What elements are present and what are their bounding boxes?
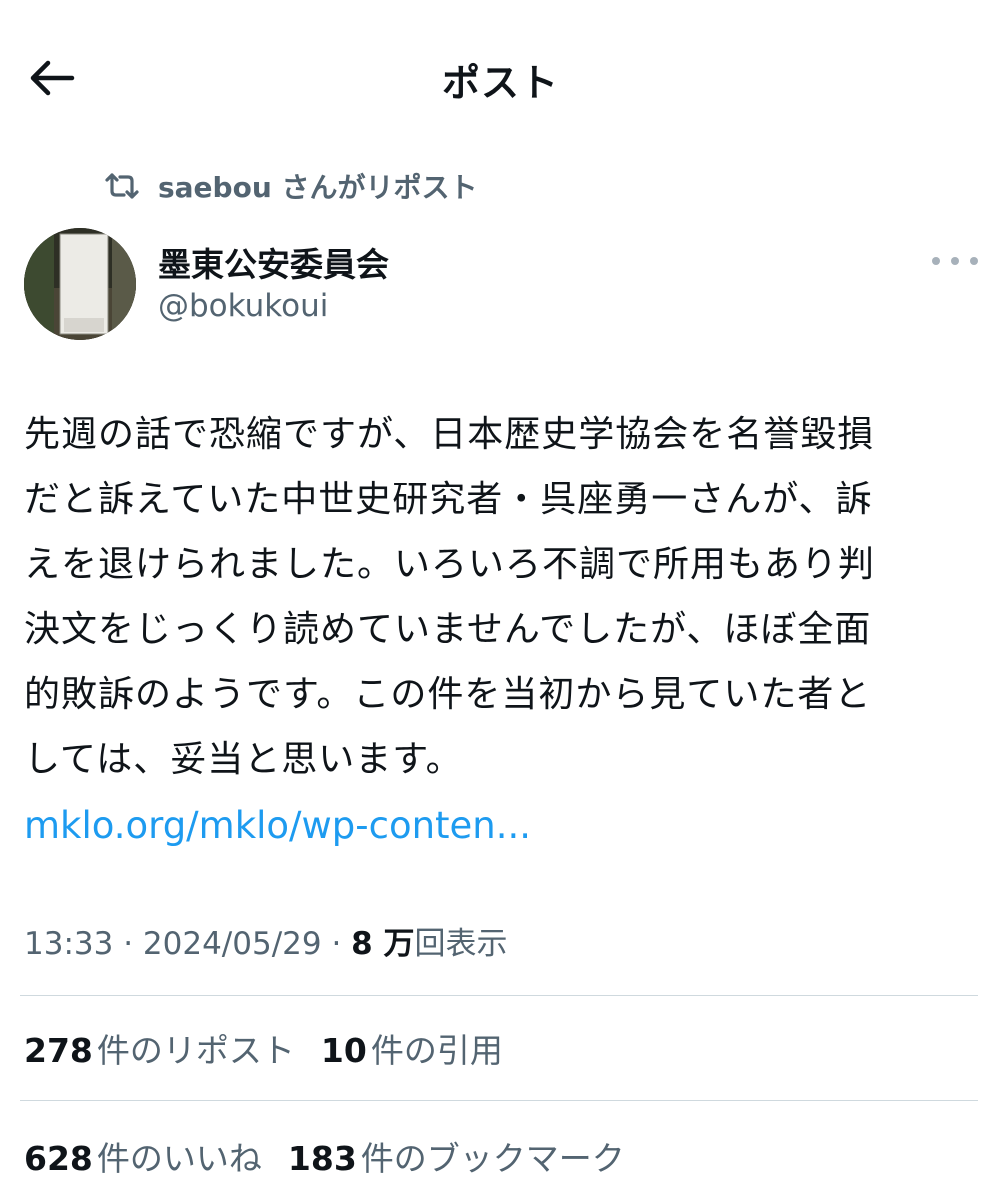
bookmarks-count: 183 xyxy=(287,1139,357,1178)
tweet-meta: 13:33 · 2024/05/29 · 8 万回表示 xyxy=(24,918,508,963)
repost-indicator[interactable]: saebou さんがリポスト xyxy=(104,166,478,206)
tweet-text-line: しては、妥当と思います。 xyxy=(24,739,463,780)
quotes-stat[interactable]: 10 件の引用 xyxy=(321,1024,503,1072)
divider xyxy=(20,995,978,996)
tweet-link[interactable]: mklo.org/mklo/wp-conten... xyxy=(24,793,531,858)
tweet-text-line: 決文をじっくり読めていませんでしたが、ほぼ全面 xyxy=(24,609,872,650)
repost-label: saebou さんがリポスト xyxy=(158,171,478,204)
tweet-text-line: だと訴えていた中世史研究者・呉座勇一さんが、訴 xyxy=(24,479,873,520)
tweet-time[interactable]: 13:33 xyxy=(24,926,113,962)
quotes-count: 10 xyxy=(320,1031,367,1070)
stats-row-likes: 628 件のいいね 183 件のブックマーク xyxy=(24,1132,651,1180)
likes-stat[interactable]: 628 件のいいね xyxy=(24,1132,262,1180)
meta-separator: · xyxy=(321,926,352,962)
quotes-label: 件の引用 xyxy=(370,1031,503,1070)
more-button[interactable] xyxy=(932,246,978,276)
author-name[interactable]: 墨東公安委員会 xyxy=(158,238,389,286)
repost-icon xyxy=(104,167,142,205)
likes-label: 件のいいね xyxy=(96,1139,262,1178)
avatar[interactable] xyxy=(24,228,136,340)
meta-separator: · xyxy=(113,926,143,962)
more-horizontal-icon xyxy=(970,257,978,265)
reposts-count: 278 xyxy=(24,1031,93,1070)
tweet-text: 先週の話で恐縮ですが、日本歴史学協会を名誉毀損 だと訴えていた中世史研究者・呉座… xyxy=(24,402,974,792)
page-title: ポスト xyxy=(441,61,559,105)
likes-count: 628 xyxy=(24,1139,93,1178)
stats-row-reposts: 278 件のリポスト 10 件の引用 xyxy=(24,1024,529,1072)
tweet-text-line: 先週の話で恐縮ですが、日本歴史学協会を名誉毀損 xyxy=(24,414,875,455)
tweet-date[interactable]: 2024/05/29 xyxy=(143,926,322,962)
more-horizontal-icon xyxy=(951,257,959,265)
view-label: 回表示 xyxy=(414,926,508,962)
top-bar: ポスト xyxy=(0,0,1001,150)
reposts-label: 件のリポスト xyxy=(96,1031,295,1070)
more-horizontal-icon xyxy=(932,257,940,265)
reposts-stat[interactable]: 278 件のリポスト xyxy=(24,1024,295,1072)
author-handle[interactable]: @bokukoui xyxy=(158,288,328,324)
view-count: 8 万 xyxy=(351,926,415,962)
tweet-text-line: えを退けられました。いろいろ不調で所用もあり判 xyxy=(24,544,876,585)
bookmarks-stat[interactable]: 183 件のブックマーク xyxy=(288,1132,625,1180)
avatar-image xyxy=(24,228,136,340)
divider xyxy=(20,1100,978,1101)
bookmarks-label: 件のブックマーク xyxy=(360,1139,625,1178)
tweet-text-line: 的敗訴のようです。この件を当初から見ていた者と xyxy=(24,674,872,715)
